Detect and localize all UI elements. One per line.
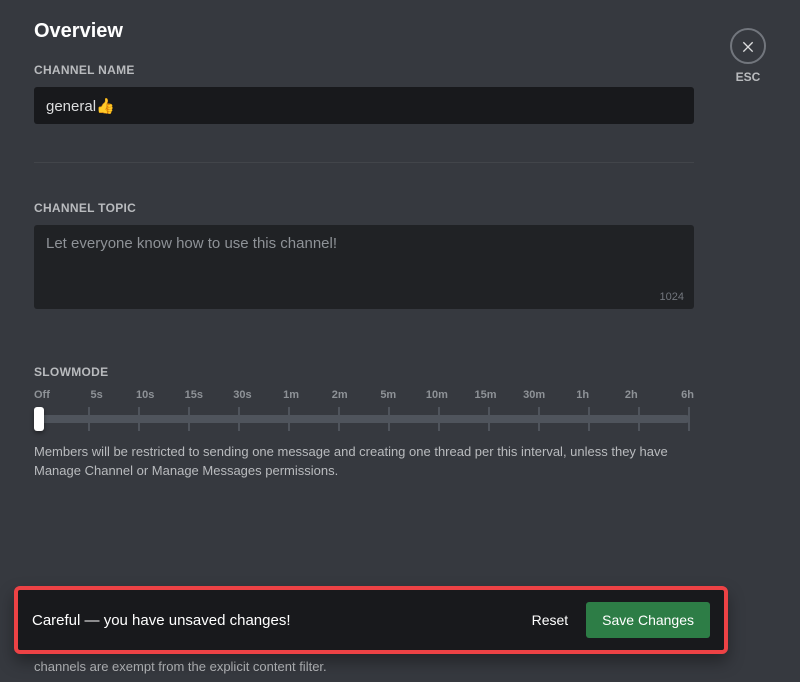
slider-ticks <box>38 407 690 431</box>
channel-topic-input[interactable] <box>34 225 694 309</box>
background-text-fragment: channels are exempt from the explicit co… <box>34 659 327 674</box>
escape-label: ESC <box>736 70 761 84</box>
reset-button[interactable]: Reset <box>532 612 569 628</box>
save-changes-button[interactable]: Save Changes <box>586 602 710 638</box>
channel-name-input[interactable] <box>34 87 694 124</box>
slowmode-help: Members will be restricted to sending on… <box>34 443 694 481</box>
char-remaining: 1024 <box>660 291 684 303</box>
unsaved-changes-toast: Careful — you have unsaved changes! Rese… <box>14 586 728 654</box>
slowmode-slider[interactable] <box>34 407 694 431</box>
divider <box>34 162 694 163</box>
page-title: Overview <box>34 20 766 43</box>
close-button[interactable] <box>730 28 766 64</box>
close-icon <box>740 38 756 54</box>
channel-topic-label: CHANNEL TOPIC <box>34 201 766 215</box>
channel-name-label: CHANNEL NAME <box>34 63 766 77</box>
slowmode-label: SLOWMODE <box>34 365 694 379</box>
slider-thumb[interactable] <box>34 407 44 431</box>
toast-message: Careful — you have unsaved changes! <box>32 612 291 629</box>
slowmode-tick-labels: Off5s10s15s30s1m2m5m10m15m30m1h2h6h <box>34 389 694 401</box>
